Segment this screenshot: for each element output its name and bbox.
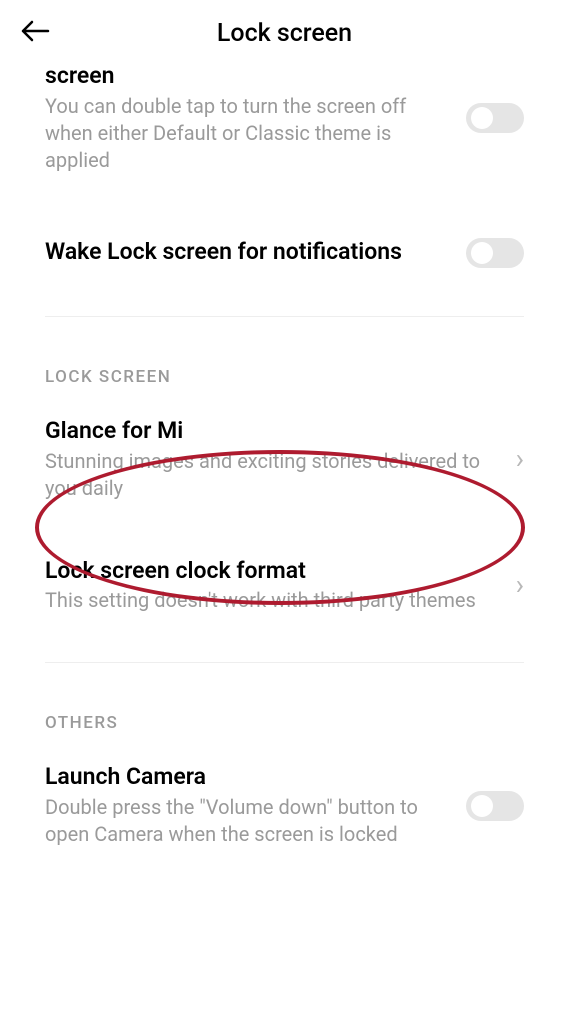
app-header: Lock screen <box>0 0 569 62</box>
setting-title: Launch Camera <box>45 763 452 792</box>
toggle-launch-camera[interactable] <box>466 791 524 821</box>
setting-launch-camera[interactable]: Launch Camera Double press the "Volume d… <box>45 743 524 860</box>
page-title: Lock screen <box>217 19 352 48</box>
chevron-right-icon: › <box>516 445 524 473</box>
setting-title-fragment: screen <box>45 62 452 91</box>
section-header-others: OTHERS <box>45 663 524 743</box>
setting-clock-format[interactable]: Lock screen clock format This setting do… <box>45 522 524 645</box>
setting-double-tap[interactable]: screen You can double tap to turn the sc… <box>45 62 524 194</box>
setting-glance-for-mi[interactable]: Glance for Mi Stunning images and exciti… <box>45 397 524 522</box>
settings-content: screen You can double tap to turn the sc… <box>0 62 569 860</box>
toggle-double-tap[interactable] <box>466 103 524 133</box>
setting-text-block: Lock screen clock format This setting do… <box>45 557 516 615</box>
setting-subtitle: Stunning images and exciting stories del… <box>45 448 502 502</box>
setting-title: Lock screen clock format <box>45 557 502 586</box>
setting-text-block: Glance for Mi Stunning images and exciti… <box>45 417 516 502</box>
setting-subtitle: Double press the "Volume down" button to… <box>45 794 452 848</box>
setting-wake-notifications[interactable]: Wake Lock screen for notifications <box>45 194 524 298</box>
chevron-right-icon: › <box>516 571 524 599</box>
setting-subtitle: You can double tap to turn the screen of… <box>45 93 452 174</box>
back-arrow-icon[interactable] <box>20 18 50 48</box>
setting-text-block: Launch Camera Double press the "Volume d… <box>45 763 466 848</box>
setting-text-block: screen You can double tap to turn the sc… <box>45 62 466 174</box>
section-header-lock-screen: LOCK SCREEN <box>45 317 524 397</box>
toggle-wake-notifications[interactable] <box>466 238 524 268</box>
setting-subtitle: This setting doesn't work with third par… <box>45 587 502 614</box>
setting-text-block: Wake Lock screen for notifications <box>45 238 466 267</box>
setting-title: Wake Lock screen for notifications <box>45 238 452 267</box>
setting-title: Glance for Mi <box>45 417 502 446</box>
